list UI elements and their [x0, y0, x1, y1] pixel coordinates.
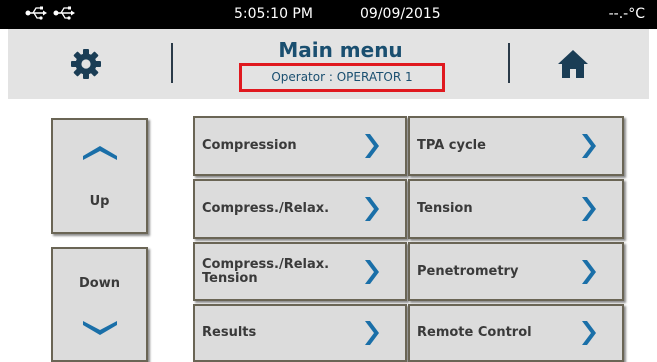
- header-divider: [171, 43, 173, 83]
- usb-icon: [53, 6, 75, 20]
- menu-item-label: Compress./Relax.: [202, 201, 330, 216]
- chevron-right-icon: [582, 197, 596, 221]
- down-label: Down: [79, 276, 120, 291]
- chevron-right-icon: [582, 259, 596, 284]
- home-icon: [558, 50, 588, 78]
- status-bar: 5:05:10 PM 09/09/2015 --.-°C: [0, 0, 657, 29]
- menu-item-tpa-cycle[interactable]: TPA cycle: [408, 116, 624, 176]
- menu-item-label: Penetrometry: [417, 263, 519, 279]
- clock-time: 5:05:10 PM: [234, 6, 313, 22]
- menu-item-compress-relax[interactable]: Compress./Relax.: [193, 179, 407, 239]
- usb-icon: [25, 6, 47, 20]
- menu-item-label: Compression: [202, 138, 297, 153]
- settings-button[interactable]: [8, 29, 168, 99]
- header-bar: Main menu Operator : OPERATOR 1: [8, 29, 649, 99]
- chevron-right-icon: [365, 134, 379, 158]
- menu-item-tension[interactable]: Tension: [408, 179, 624, 239]
- menu-item-label: TPA cycle: [417, 138, 486, 153]
- scroll-down-button[interactable]: Down: [51, 247, 148, 362]
- chevron-right-icon: [365, 321, 379, 345]
- menu-item-compress-relax-tension[interactable]: Compress./Relax. Tension: [193, 242, 407, 301]
- home-button[interactable]: [489, 29, 649, 99]
- menu-item-penetrometry[interactable]: Penetrometry: [408, 242, 624, 301]
- menu-item-remote-control[interactable]: Remote Control: [408, 304, 624, 362]
- chevron-down-icon: [83, 321, 117, 335]
- up-label: Up: [89, 194, 110, 209]
- scroll-up-button[interactable]: Up: [51, 118, 148, 234]
- menu-item-label: Tension: [417, 201, 473, 216]
- chevron-right-icon: [365, 259, 379, 284]
- chevron-right-icon: [582, 134, 596, 158]
- menu-item-results[interactable]: Results: [193, 304, 407, 362]
- chevron-up-icon: [83, 146, 117, 160]
- menu-item-compression[interactable]: Compression: [193, 116, 407, 176]
- menu-item-label: Compress./Relax. Tension: [202, 256, 330, 286]
- gear-icon: [71, 49, 101, 79]
- menu-item-label: Results: [202, 325, 257, 340]
- chevron-right-icon: [365, 197, 379, 221]
- temperature-readout: --.-°C: [608, 6, 645, 22]
- page-title: Main menu: [278, 38, 403, 62]
- chevron-right-icon: [582, 321, 596, 345]
- clock-date: 09/09/2015: [360, 6, 441, 22]
- operator-label: Operator : OPERATOR 1: [271, 70, 413, 84]
- menu-item-label: Remote Control: [417, 325, 532, 340]
